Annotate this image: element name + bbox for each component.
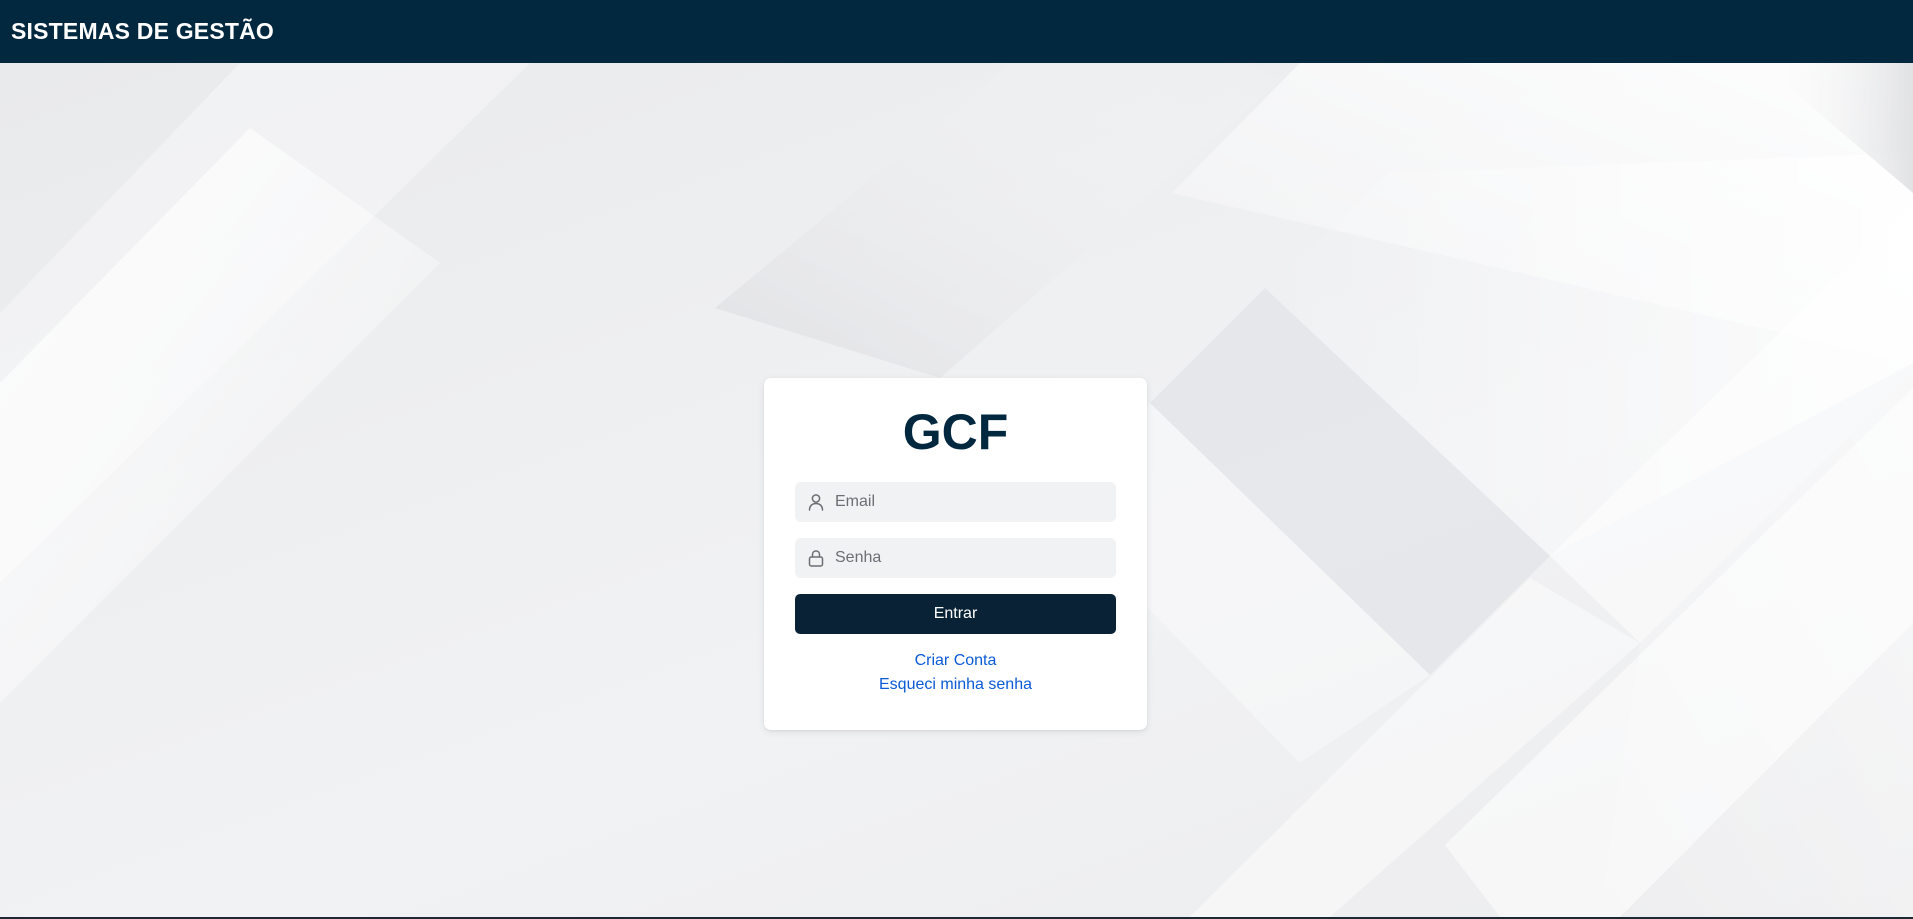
email-field[interactable] [795,482,1116,522]
login-button[interactable]: Entrar [795,594,1116,634]
create-account-link[interactable]: Criar Conta [915,652,997,669]
forgot-password-link[interactable]: Esqueci minha senha [879,676,1032,693]
email-input[interactable] [835,482,1105,522]
top-header: SISTEMAS DE GESTÃO [0,0,1913,63]
forgot-password-link-row: Esqueci minha senha [764,675,1147,695]
brand-logo-text: GCF [902,404,1009,460]
user-icon [808,494,824,511]
password-field[interactable] [795,538,1116,578]
create-account-link-row: Criar Conta [764,651,1147,671]
password-input[interactable] [835,538,1105,578]
login-card: GCF Entrar Criar Conta Esqueci minha sen… [764,378,1147,730]
lock-icon [808,550,824,567]
app-title: SISTEMAS DE GESTÃO [11,18,275,44]
background-area: GCF Entrar Criar Conta Esqueci minha sen… [0,63,1913,917]
